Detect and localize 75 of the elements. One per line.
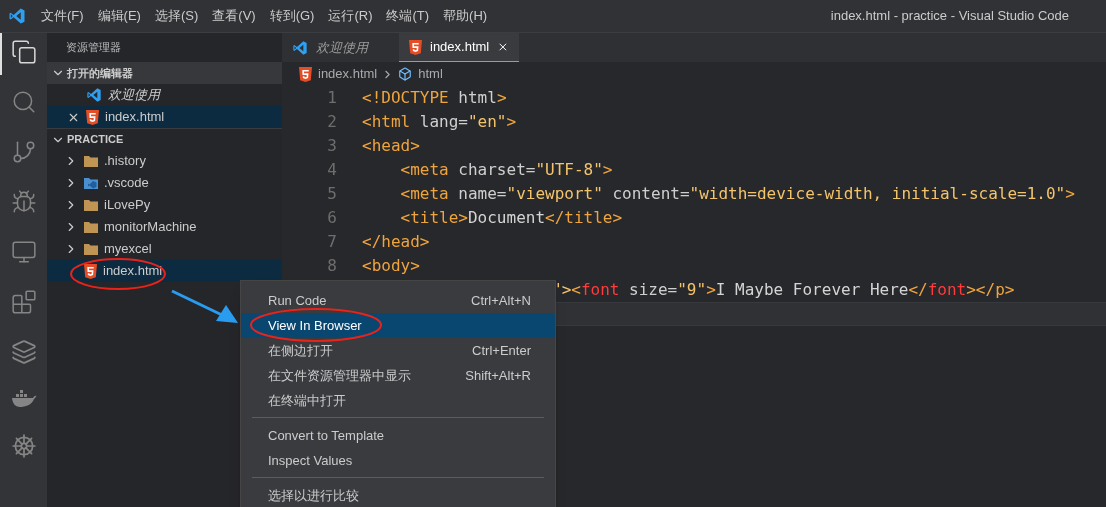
extensions-icon[interactable]	[10, 289, 37, 315]
context-menu-item[interactable]: 在文件资源管理器中显示 Shift+Alt+R	[241, 363, 555, 388]
line-number: 8	[327, 256, 337, 275]
file-tree-item[interactable]: .vscode	[47, 172, 282, 194]
open-editor-item[interactable]: index.html	[47, 106, 282, 128]
ship-wheel-icon[interactable]	[10, 433, 37, 459]
file-tree-item[interactable]: .history	[47, 150, 282, 172]
file-name: index.html	[105, 108, 165, 127]
line-number: 1	[327, 88, 337, 107]
file-tree-item[interactable]: index.html	[47, 260, 282, 282]
vscode-logo-icon	[86, 87, 102, 103]
editor-tab[interactable]: index.html	[399, 33, 519, 62]
cube-icon	[398, 67, 413, 81]
context-menu-item[interactable]: Convert to Template	[241, 423, 555, 448]
close-icon[interactable]	[497, 40, 509, 54]
open-editor-item[interactable]: 欢迎使用	[47, 84, 282, 106]
window-title: index.html - practice - Visual Studio Code	[830, 7, 1069, 26]
annotation-arrow	[171, 289, 238, 323]
code-line: <meta charset="UTF-8">	[399, 160, 613, 179]
sidebar-title: 资源管理器	[66, 40, 121, 56]
file-tree-item[interactable]: monitorMachine	[47, 216, 282, 238]
line-number: 7	[327, 232, 337, 251]
file-tree-item[interactable]: myexcel	[47, 238, 282, 260]
html5-icon	[86, 109, 99, 125]
code-line: <head>	[362, 136, 420, 155]
context-menu-item[interactable]: 在终端中打开	[241, 388, 555, 413]
menu-item[interactable]: 文件(F)	[34, 6, 91, 26]
code-line: <html lang="en">	[362, 112, 517, 131]
explorer-icon[interactable]	[10, 39, 37, 65]
breadcrumb-item[interactable]: html	[398, 64, 443, 84]
line-number: 5	[327, 184, 337, 203]
menu-item[interactable]: 编辑(E)	[90, 6, 148, 26]
menu-item[interactable]: 转到(G)	[262, 6, 322, 26]
section-header[interactable]: 打开的编辑器	[47, 62, 282, 84]
vscode-logo-icon	[292, 39, 308, 56]
code-line: <title>Document</title>	[399, 208, 623, 227]
html5-icon	[299, 66, 312, 82]
git-branch-icon[interactable]	[10, 139, 37, 165]
html5-icon	[409, 39, 422, 55]
file-name: 欢迎使用	[108, 86, 160, 105]
code-line: <!DOCTYPE html>	[362, 88, 507, 107]
folder-icon	[84, 199, 98, 211]
context-menu-item[interactable]: 在侧边打开 Ctrl+Enter	[241, 338, 555, 363]
line-number: 6	[327, 208, 337, 227]
line-number: 4	[327, 160, 337, 179]
breadcrumb-item[interactable]: index.html	[299, 64, 378, 84]
bug-icon[interactable]	[10, 189, 37, 215]
whale-icon[interactable]	[10, 389, 37, 409]
shortcut-label: Ctrl+Enter	[472, 341, 531, 360]
line-number: 3	[327, 136, 337, 155]
vscode-logo-icon	[8, 7, 26, 25]
menu-item[interactable]: 终端(T)	[379, 6, 437, 26]
folder-icon	[84, 243, 98, 255]
section-header[interactable]: PRACTICE	[47, 128, 282, 150]
context-menu-item[interactable]: 选择以进行比较	[241, 483, 555, 507]
context-menu-item[interactable]: View In Browser	[241, 313, 555, 338]
vscode-folder-icon	[84, 177, 98, 189]
menu-item[interactable]: 查看(V)	[205, 6, 263, 26]
line-number: 2	[327, 112, 337, 131]
context-menu-item[interactable]: Run Code Ctrl+Alt+N	[241, 288, 555, 313]
shortcut-label: Ctrl+Alt+N	[471, 291, 531, 310]
code-line: <meta name="viewport" content="width=device-width, initial-scale=1.0">	[399, 184, 1075, 203]
shortcut-label: Shift+Alt+R	[465, 366, 531, 385]
menu-item[interactable]: 选择(S)	[147, 6, 206, 26]
file-tree-item[interactable]: iLovePy	[47, 194, 282, 216]
code-line: <body>	[362, 256, 420, 275]
menu-item[interactable]: 帮助(H)	[436, 6, 495, 26]
folder-icon	[84, 221, 98, 233]
layers-icon[interactable]	[10, 339, 37, 365]
monitor-icon[interactable]	[10, 239, 37, 265]
menu-item[interactable]: 运行(R)	[321, 6, 380, 26]
folder-icon	[84, 155, 98, 167]
code-line: </head>	[362, 232, 430, 251]
html5-icon	[84, 263, 97, 279]
context-menu-item[interactable]: Inspect Values	[241, 448, 555, 473]
